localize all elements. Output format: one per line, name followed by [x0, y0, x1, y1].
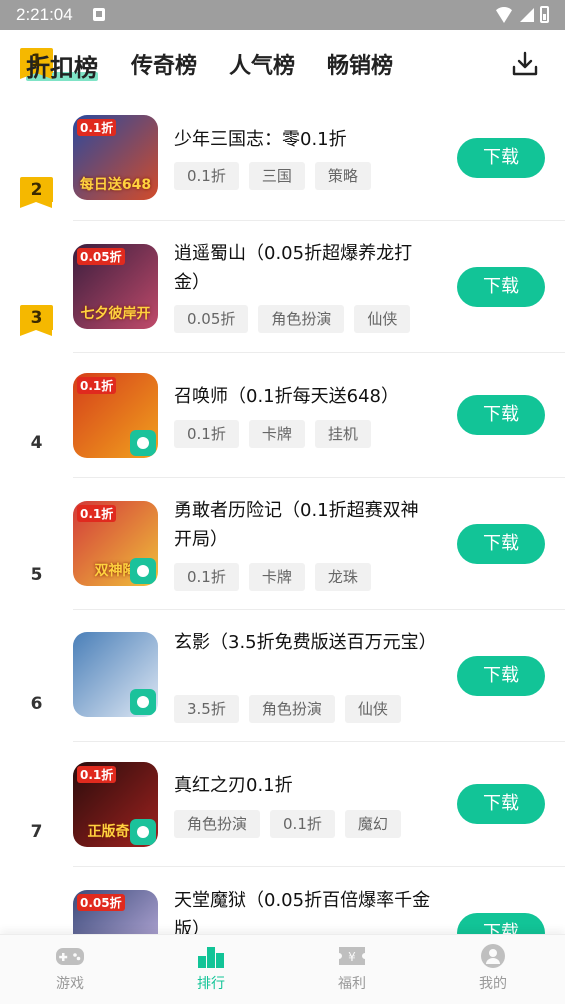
rank-number: 2	[30, 180, 43, 200]
ranking-icon	[198, 947, 224, 968]
tab-legend[interactable]: 传奇榜	[131, 48, 197, 80]
nav-ranking[interactable]: 排行	[171, 943, 251, 993]
platform-badge-icon	[130, 689, 156, 715]
game-tag: 仙侠	[354, 305, 411, 333]
icon-discount-label: 0.1折	[77, 377, 117, 394]
nav-games-label: 游戏	[56, 976, 84, 992]
game-tag: 0.05折	[174, 305, 249, 333]
rank-number: 6	[30, 694, 43, 714]
icon-banner-text: 每日送648	[79, 177, 152, 193]
game-tag: 卡牌	[248, 563, 305, 591]
game-tag: 龙珠	[314, 563, 371, 591]
game-title[interactable]: 勇敢者历险记（0.1折超赛双神开局）	[174, 496, 434, 554]
row-divider	[73, 741, 565, 742]
game-tag: 0.1折	[174, 420, 239, 448]
rank-tabs: 折扣榜 传奇榜 人气榜 畅销榜	[0, 30, 565, 100]
icon-discount-label: 0.1折	[77, 766, 117, 783]
icon-discount-label: 0.05折	[77, 894, 125, 911]
download-button[interactable]: 下载	[457, 524, 545, 564]
game-tag: 0.1折	[174, 563, 239, 591]
game-tag: 角色扮演	[248, 695, 335, 723]
row-divider	[73, 609, 565, 610]
game-title[interactable]: 召唤师（0.1折每天送648）	[174, 382, 434, 411]
game-icon[interactable]: 0.1折每日送648	[73, 115, 158, 200]
bottom-nav: 游戏 排行 ¥ 福利 我的	[0, 934, 565, 1004]
game-title[interactable]: 玄影（3.5折免费版送百万元宝）	[174, 628, 437, 657]
tab-bestseller[interactable]: 畅销榜	[327, 48, 393, 80]
game-tag: 卡牌	[248, 420, 305, 448]
rank-number: 3	[30, 308, 43, 328]
game-tag: 三国	[248, 162, 305, 190]
game-tag: 角色扮演	[174, 810, 261, 838]
rank-badge: 2	[20, 177, 53, 209]
game-title[interactable]: 逍遥蜀山（0.05折超爆养龙打金）	[174, 239, 434, 297]
icon-discount-label: 0.1折	[77, 505, 117, 522]
game-tags: 0.1折 三国 策略	[174, 162, 371, 190]
game-tag: 挂机	[314, 420, 371, 448]
nav-mine-label: 我的	[479, 976, 507, 992]
wifi-icon	[494, 6, 514, 23]
nav-mine[interactable]: 我的	[453, 943, 533, 993]
nav-welfare-label: 福利	[338, 976, 366, 992]
game-icon[interactable]: 0.05折七夕彼岸开	[73, 244, 158, 329]
nav-welfare[interactable]: ¥ 福利	[312, 943, 392, 993]
status-bar: 2:21:04	[0, 0, 565, 30]
user-icon	[481, 944, 505, 968]
game-tag: 0.1折	[270, 810, 335, 838]
download-button[interactable]: 下载	[457, 784, 545, 824]
rank-badge: 3	[20, 305, 53, 337]
signal-icon	[520, 7, 534, 22]
platform-badge-icon	[130, 430, 156, 456]
game-tag: 3.5折	[174, 695, 239, 723]
game-icon[interactable]: 0.1折 正版奇迹	[73, 762, 158, 847]
game-tags: 0.1折 卡牌 龙珠	[174, 563, 371, 591]
status-time: 2:21:04	[16, 5, 73, 24]
rank-number: 1	[30, 51, 43, 71]
nav-games[interactable]: 游戏	[30, 943, 110, 993]
game-tag: 角色扮演	[258, 305, 345, 333]
nav-ranking-label: 排行	[197, 976, 225, 992]
game-title[interactable]: 真红之刃0.1折	[174, 771, 434, 800]
platform-badge-icon	[130, 558, 156, 584]
game-icon[interactable]: 0.1折 双神降	[73, 501, 158, 586]
platform-badge-icon	[130, 819, 156, 845]
icon-banner-text: 七夕彼岸开	[80, 306, 151, 322]
battery-icon	[540, 6, 549, 23]
notification-icon	[93, 8, 105, 21]
rank-number: 5	[30, 565, 43, 585]
download-button[interactable]: 下载	[457, 395, 545, 435]
row-divider	[73, 477, 565, 478]
game-tag: 策略	[314, 162, 371, 190]
download-manager-icon[interactable]	[511, 50, 539, 78]
svg-text:¥: ¥	[348, 950, 356, 964]
download-button[interactable]: 下载	[457, 656, 545, 696]
row-divider	[73, 220, 565, 221]
game-tags: 0.1折 卡牌 挂机	[174, 420, 371, 448]
icon-discount-label: 0.1折	[77, 119, 117, 136]
row-divider	[73, 866, 565, 867]
download-button[interactable]: 下载	[457, 267, 545, 307]
game-tag: 0.1折	[174, 162, 239, 190]
gamepad-icon	[56, 948, 84, 965]
rank-number: 7	[30, 822, 43, 842]
download-button[interactable]: 下载	[457, 138, 545, 178]
game-icon[interactable]	[73, 632, 158, 717]
game-icon[interactable]: 0.1折	[73, 373, 158, 458]
game-tag: 魔幻	[344, 810, 401, 838]
game-tags: 角色扮演 0.1折 魔幻	[174, 810, 401, 838]
game-tag: 仙侠	[344, 695, 401, 723]
game-tags: 0.05折 角色扮演 仙侠	[174, 305, 411, 333]
game-title[interactable]: 少年三国志：零0.1折	[174, 125, 434, 154]
tab-popular[interactable]: 人气榜	[229, 48, 295, 80]
ticket-icon: ¥	[339, 947, 365, 965]
icon-discount-label: 0.05折	[77, 248, 125, 265]
row-divider	[73, 352, 565, 353]
game-tags: 3.5折 角色扮演 仙侠	[174, 695, 401, 723]
rank-number: 4	[30, 433, 43, 453]
